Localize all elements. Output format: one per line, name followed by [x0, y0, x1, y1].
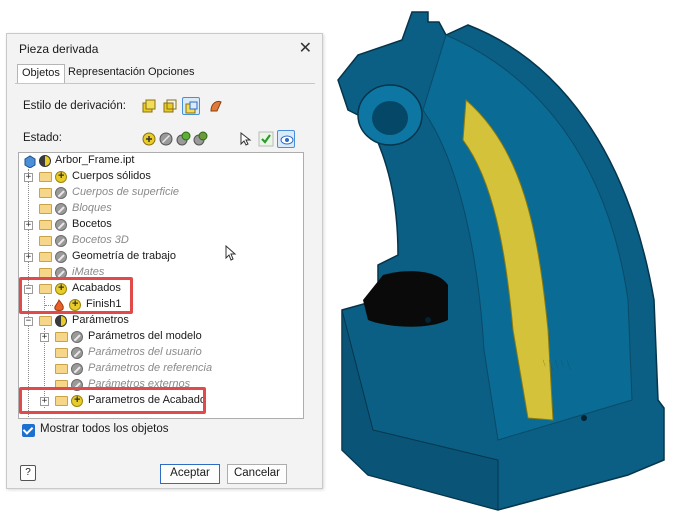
tree-item-parametros[interactable]: − Parámetros [23, 313, 293, 329]
checkmark-icon[interactable] [257, 130, 275, 148]
tab-divider [15, 83, 315, 84]
expand-icon[interactable]: + [24, 173, 33, 182]
tree-item-bloques[interactable]: Bloques [23, 201, 293, 217]
part-file-icon [24, 155, 36, 168]
expand-icon[interactable]: + [24, 253, 33, 262]
solid-body-icon[interactable] [161, 97, 179, 115]
derive-style-label: Estilo de derivación: [23, 100, 126, 112]
tab-objetos[interactable]: Objetos [17, 64, 65, 83]
expand-icon[interactable]: + [40, 333, 49, 342]
state-exclude-icon[interactable] [55, 251, 67, 263]
folder-icon [55, 332, 68, 342]
surface-body-icon[interactable] [182, 97, 200, 115]
folder-icon [55, 348, 68, 358]
tree-item-bocetos-3d[interactable]: Bocetos 3D [23, 233, 293, 249]
tree-item-parametros-usuario[interactable]: Parámetros del usuario [39, 345, 299, 361]
folder-icon [39, 172, 52, 182]
include-toggle-icon[interactable] [174, 130, 192, 148]
tree-item-bocetos[interactable]: + Bocetos [23, 217, 293, 233]
state-include-icon[interactable] [55, 170, 67, 183]
state-exclude-icon[interactable] [71, 363, 83, 375]
tree-item-parametros-referencia[interactable]: Parámetros de referencia [39, 361, 299, 377]
close-button[interactable]: ✕ [299, 38, 312, 58]
single-solid-icon[interactable] [140, 97, 158, 115]
tab-opciones[interactable]: Opciones [144, 64, 198, 82]
expand-icon[interactable]: + [24, 221, 33, 230]
state-partial-icon[interactable] [55, 315, 67, 327]
state-exclude-icon[interactable] [55, 187, 67, 199]
folder-icon [39, 252, 52, 262]
mouse-pointer-icon [225, 245, 237, 261]
folder-icon [39, 204, 52, 214]
arbor-frame-part [337, 11, 665, 511]
tree-root-arbor-frame[interactable]: Arbor_Frame.ipt [21, 153, 301, 169]
tree-item-geometria-trabajo[interactable]: + Geometría de trabajo [23, 249, 293, 265]
include-icon[interactable] [140, 130, 158, 148]
state-exclude-icon[interactable] [55, 203, 67, 215]
folder-icon [39, 220, 52, 230]
folder-icon [39, 316, 52, 326]
folder-icon [39, 188, 52, 198]
dialog-titlebar: Pieza derivada ✕ [7, 34, 322, 62]
tree-item-cuerpos-solidos[interactable]: + Cuerpos sólidos [23, 169, 293, 185]
state-exclude-icon[interactable] [55, 219, 67, 231]
show-all-label: Mostrar todos los objetos [40, 423, 169, 435]
show-all-checkbox[interactable] [22, 424, 35, 437]
state-exclude-icon[interactable] [55, 235, 67, 247]
tree-item-cuerpos-superficie[interactable]: Cuerpos de superficie [23, 185, 293, 201]
cad-viewport[interactable]: ~~~~ ~~~~~~ ~~~~~ ~~~~ ~~~~~~ [328, 0, 682, 522]
state-exclude-icon[interactable] [71, 331, 83, 343]
collapse-icon[interactable]: − [24, 317, 33, 326]
cancel-button[interactable]: Cancelar [227, 464, 287, 484]
state-partial-icon[interactable] [39, 155, 51, 167]
composite-icon[interactable] [207, 97, 225, 115]
state-exclude-icon[interactable] [71, 347, 83, 359]
state-label: Estado: [23, 132, 62, 144]
select-cursor-icon[interactable] [236, 130, 254, 148]
tree-item-parametros-modelo[interactable]: + Parámetros del modelo [39, 329, 299, 345]
exclude-toggle-icon[interactable] [191, 130, 209, 148]
highlight-parametros-acabado [19, 387, 206, 414]
ok-button[interactable]: Aceptar [160, 464, 220, 484]
eye-icon[interactable] [277, 130, 295, 148]
highlight-acabados [19, 277, 133, 314]
help-icon[interactable]: ? [20, 465, 36, 481]
tab-representacion[interactable]: Representación [64, 64, 149, 82]
folder-icon [39, 236, 52, 246]
dialog-title: Pieza derivada [19, 42, 99, 56]
folder-icon [55, 364, 68, 374]
derived-part-dialog: Pieza derivada ✕ Objetos Representación … [6, 33, 323, 489]
exclude-icon[interactable] [157, 130, 175, 148]
